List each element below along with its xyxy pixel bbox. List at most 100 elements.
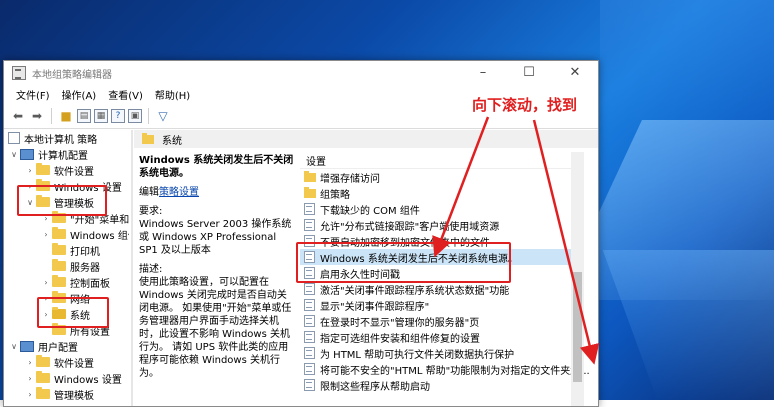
tree-item-label: 打印机 xyxy=(70,246,100,258)
requirements-block: 要求: Windows Server 2003 操作系统或 Windows XP … xyxy=(139,205,295,257)
tree-item-computer-config[interactable]: ∨ 计算机配置 xyxy=(10,146,88,162)
tree-item-label: 本地计算机 策略 xyxy=(24,134,98,146)
list-item[interactable]: 下载缺少的 COM 组件 xyxy=(300,201,584,217)
pane-splitter[interactable] xyxy=(131,130,133,406)
scrollbar-thumb[interactable] xyxy=(573,272,582,382)
menu-view[interactable]: 查看(V) xyxy=(102,87,149,102)
forward-arrow-icon[interactable]: ➡ xyxy=(29,108,45,124)
window-controls: – ☐ ✕ xyxy=(460,61,598,85)
folder-icon xyxy=(52,259,66,271)
list-item[interactable]: 组策略 xyxy=(300,185,584,201)
list-item-label: 在登录时不显示"管理你的服务器"页 xyxy=(320,317,480,329)
tree-item-label: 管理模板 xyxy=(54,390,94,402)
tree-item-label: 用户配置 xyxy=(38,342,78,354)
menu-action[interactable]: 操作(A) xyxy=(56,87,103,102)
tree-item-user-software-settings[interactable]: › 软件设置 xyxy=(26,354,94,370)
list-item[interactable]: 激活"关闭事件跟踪程序系统状态数据"功能 xyxy=(300,281,584,297)
tree-pane: 本地计算机 策略 ∨ 计算机配置 › 软件设置 › Windows 设置 ∨ 管… xyxy=(4,130,129,406)
folder-icon xyxy=(52,227,66,239)
folder-icon xyxy=(142,132,154,144)
tree-item-software-settings[interactable]: › 软件设置 xyxy=(26,162,94,178)
close-button[interactable]: ✕ xyxy=(552,61,598,85)
minimize-button[interactable]: – xyxy=(460,61,506,85)
chevron-right-icon[interactable]: › xyxy=(26,166,34,175)
properties-icon[interactable]: ▣ xyxy=(128,109,142,123)
folder-icon xyxy=(304,186,316,198)
list-item[interactable]: 在登录时不显示"管理你的服务器"页 xyxy=(300,313,584,329)
description-block: 描述: 使用此策略设置，可以配置在 Windows 关闭完成时是否自动关闭电源。 … xyxy=(139,263,295,380)
export-list-icon[interactable]: ▦ xyxy=(94,109,108,123)
back-arrow-icon[interactable]: ⬅ xyxy=(10,108,26,124)
wallpaper-light xyxy=(602,250,774,400)
up-folder-icon[interactable]: ■ xyxy=(58,108,74,124)
tree-item-label: 服务器 xyxy=(70,262,100,274)
setting-icon xyxy=(304,315,315,327)
setting-icon xyxy=(304,283,315,295)
edit-prefix: 编辑 xyxy=(139,187,159,198)
chevron-right-icon[interactable]: › xyxy=(42,278,50,287)
chevron-down-icon[interactable]: ∨ xyxy=(10,150,18,159)
column-header-setting[interactable]: 设置 xyxy=(300,152,584,169)
list-item-label: 指定可选组件安装和组件修复的设置 xyxy=(320,333,480,345)
chevron-down-icon[interactable]: ∨ xyxy=(10,342,18,351)
tree-item-label: Windows 组件 xyxy=(70,230,129,242)
list-item[interactable]: 指定可选组件安装和组件修复的设置 xyxy=(300,329,584,345)
tree-item-label: Windows 设置 xyxy=(54,374,122,386)
list-item-label: 下载缺少的 COM 组件 xyxy=(320,205,420,217)
computer-icon xyxy=(20,340,34,352)
tree-item-user-config[interactable]: ∨ 用户配置 xyxy=(10,338,78,354)
tree-item-control-panel[interactable]: › 控制面板 xyxy=(42,274,110,290)
folder-icon xyxy=(36,371,50,383)
computer-icon xyxy=(20,148,34,160)
list-item-label: 激活"关闭事件跟踪程序系统状态数据"功能 xyxy=(320,285,510,297)
setting-icon xyxy=(304,331,315,343)
tree-item-local-policy[interactable]: 本地计算机 策略 xyxy=(8,130,97,146)
title-bar[interactable]: 本地组策略编辑器 – ☐ ✕ xyxy=(4,61,598,85)
menu-file[interactable]: 文件(F) xyxy=(10,87,56,102)
list-item[interactable]: 为 HTML 帮助可执行文件关闭数据执行保护 xyxy=(300,345,584,361)
tree-item-windows-components[interactable]: › Windows 组件 xyxy=(42,226,129,242)
chevron-right-icon[interactable]: › xyxy=(26,374,34,383)
list-item-label: 将可能不安全的"HTML 帮助"功能限制为对指定的文件夹起... xyxy=(320,365,590,377)
chevron-right-icon[interactable]: › xyxy=(26,358,34,367)
list-item[interactable]: 允许"分布式链接跟踪"客户端使用域资源 xyxy=(300,217,584,233)
edit-policy-link[interactable]: 策略设置 xyxy=(159,187,199,198)
help-icon[interactable]: ? xyxy=(111,109,125,123)
setting-icon xyxy=(304,379,315,391)
list-item[interactable]: 限制这些程序从帮助启动 xyxy=(300,377,584,393)
toolbar-separator xyxy=(51,108,52,124)
folder-icon xyxy=(36,387,50,399)
highlight-admin-templates xyxy=(17,185,107,216)
chevron-right-icon[interactable]: › xyxy=(42,230,50,239)
list-item[interactable]: 增强存储访问 xyxy=(300,169,584,185)
menu-help[interactable]: 帮助(H) xyxy=(149,87,196,102)
description-text: 使用此策略设置，可以配置在 Windows 关闭完成时是否自动关闭电源。 如果使… xyxy=(139,277,292,379)
tree-item-server[interactable]: 服务器 xyxy=(52,258,100,274)
list-item-label: 增强存储访问 xyxy=(320,173,380,185)
details-header-title: 系统 xyxy=(162,135,182,147)
description-title: Windows 系统关闭发生后不关闭系统电源。 xyxy=(139,155,294,179)
requirements-text: Windows Server 2003 操作系统或 Windows XP Pro… xyxy=(139,219,292,256)
vertical-scrollbar[interactable] xyxy=(571,152,584,406)
window-title: 本地组策略编辑器 xyxy=(32,69,112,81)
list-item-label: 为 HTML 帮助可执行文件关闭数据执行保护 xyxy=(320,349,515,361)
maximize-button[interactable]: ☐ xyxy=(506,61,552,85)
requirements-label: 要求: xyxy=(139,206,163,217)
list-item[interactable]: 显示"关闭事件跟踪程序" xyxy=(300,297,584,313)
filter-icon[interactable]: ▽ xyxy=(155,108,171,124)
policy-icon xyxy=(8,132,20,144)
list-item[interactable]: 将可能不安全的"HTML 帮助"功能限制为对指定的文件夹起... xyxy=(300,361,590,377)
app-icon xyxy=(12,66,26,80)
description-label: 描述: xyxy=(139,264,163,275)
setting-icon xyxy=(304,219,315,231)
tree-item-user-windows-settings[interactable]: › Windows 设置 xyxy=(26,370,122,386)
setting-icon xyxy=(304,299,315,311)
annotation-text: 向下滚动，找到 xyxy=(472,96,578,114)
show-hide-tree-icon[interactable]: ▤ xyxy=(77,109,91,123)
highlight-system xyxy=(37,297,109,328)
folder-icon xyxy=(304,170,316,182)
list-item-label: 组策略 xyxy=(320,189,350,201)
setting-icon xyxy=(304,347,315,359)
tree-item-printers[interactable]: 打印机 xyxy=(52,242,100,258)
chevron-right-icon[interactable]: › xyxy=(26,390,34,399)
